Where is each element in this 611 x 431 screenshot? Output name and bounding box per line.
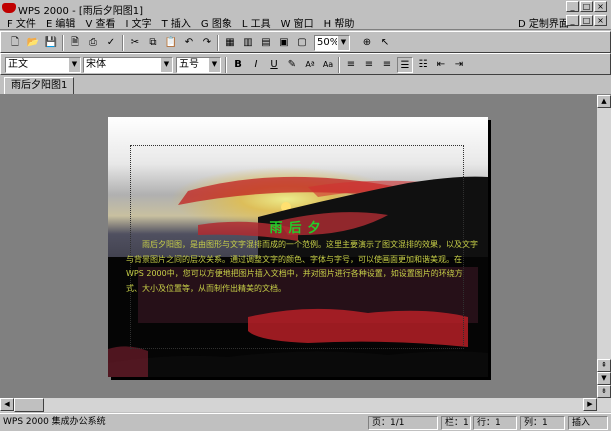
picture-icon[interactable]: ▣: [276, 35, 292, 51]
chevron-down-icon[interactable]: ▼: [337, 36, 349, 50]
menu-text[interactable]: I 文字: [122, 15, 154, 30]
document-heading: 雨后夕: [269, 221, 327, 236]
zoom-value: 50%: [317, 37, 340, 48]
document-body-text: 雨后夕阳图，是由图形与文字混排而成的一个范例。这里主要演示了图文混排的效果，以及…: [126, 240, 478, 293]
subscript-icon[interactable]: Aa: [320, 57, 336, 73]
columns-icon[interactable]: ▥: [240, 35, 256, 51]
chevron-down-icon[interactable]: ▼: [160, 58, 172, 72]
open-icon[interactable]: 📂: [25, 35, 41, 51]
scroll-left-icon[interactable]: ◀: [0, 398, 14, 411]
scroll-up-icon[interactable]: ▲: [597, 95, 611, 108]
scroll-right-icon[interactable]: ▶: [583, 398, 597, 411]
vertical-scrollbar[interactable]: ▲ ⇞ ▼ ⇟: [597, 95, 611, 398]
undo-icon[interactable]: ↶: [181, 35, 197, 51]
status-row: 行：1: [473, 416, 517, 430]
status-app-name: WPS 2000 集成办公系统: [3, 417, 106, 427]
print-icon[interactable]: ⎙: [85, 35, 101, 51]
size-combo[interactable]: 五号 ▼: [176, 57, 221, 73]
italic-icon[interactable]: I: [248, 57, 264, 73]
wps-logo-icon: [2, 3, 16, 13]
status-page: 页：1/1: [368, 416, 438, 430]
menu-window[interactable]: W 窗口: [278, 15, 317, 30]
menu-edit[interactable]: E 编辑: [43, 15, 79, 30]
zoom-icon[interactable]: ⊕: [359, 35, 375, 51]
toolbar-separator: [338, 57, 340, 73]
distribute-icon[interactable]: ☷: [415, 57, 431, 73]
frame-icon[interactable]: ▤: [258, 35, 274, 51]
status-column: 栏：1: [441, 416, 471, 430]
align-left-icon[interactable]: ≡: [343, 57, 359, 73]
next-page-icon[interactable]: ⇟: [597, 385, 611, 398]
align-right-icon[interactable]: ≡: [379, 57, 395, 73]
menu-file[interactable]: F 文件: [4, 15, 39, 30]
underline-icon[interactable]: U: [266, 57, 282, 73]
redo-icon[interactable]: ↷: [199, 35, 215, 51]
chevron-down-icon[interactable]: ▼: [208, 58, 220, 72]
format-toolbar: 正文 ▼ 宋体 ▼ 五号 ▼ B I U ✎ Aª Aa ≡ ≡ ≡ ☰ ☷ ⇤…: [0, 53, 611, 75]
scroll-thumb[interactable]: [14, 398, 44, 412]
toolbar-separator: [62, 35, 64, 51]
spell-check-icon[interactable]: ✓: [103, 35, 119, 51]
style-combo[interactable]: 正文 ▼: [5, 57, 81, 73]
justify-icon[interactable]: ☰: [397, 57, 413, 73]
toolbar-separator: [217, 35, 219, 51]
menu-tools[interactable]: L 工具: [239, 15, 274, 30]
menu-image[interactable]: G 图象: [198, 15, 235, 30]
menu-items: F 文件 E 编辑 V 查看 I 文字 T 插入 G 图象 L 工具 W 窗口 …: [4, 15, 357, 30]
copy-icon[interactable]: ⧉: [145, 35, 161, 51]
superscript-icon[interactable]: Aª: [302, 57, 318, 73]
menu-bar: WPS 2000 - [雨后夕阳图1] _ □ × F 文件 E 编辑 V 查看…: [0, 0, 611, 30]
document-page[interactable]: 雨后夕 雨后夕阳图，是由图形与文字混排而成的一个范例。这里主要演示了图文混排的效…: [108, 117, 488, 377]
save-icon[interactable]: 💾: [43, 35, 59, 51]
indent-decrease-icon[interactable]: ⇤: [433, 57, 449, 73]
prev-page-icon[interactable]: ⇞: [597, 359, 611, 372]
bold-icon[interactable]: B: [230, 57, 246, 73]
print-preview-icon[interactable]: 🗎: [67, 35, 83, 51]
paste-icon[interactable]: 📋: [163, 35, 179, 51]
doc-close-button[interactable]: ×: [594, 15, 607, 26]
close-button[interactable]: ×: [594, 1, 607, 12]
indent-increase-icon[interactable]: ⇥: [451, 57, 467, 73]
font-combo[interactable]: 宋体 ▼: [83, 57, 173, 73]
right-menu: D 定制界面: [518, 15, 569, 30]
textbox-icon[interactable]: ▢: [294, 35, 310, 51]
doc-restore-button[interactable]: □: [580, 15, 593, 26]
toolbar-separator: [225, 57, 227, 73]
menu-view[interactable]: V 查看: [82, 15, 118, 30]
font-value: 宋体: [86, 59, 106, 70]
pointer-icon[interactable]: ↖: [377, 35, 393, 51]
table-icon[interactable]: ▦: [222, 35, 238, 51]
cut-icon[interactable]: ✂: [127, 35, 143, 51]
menu-insert[interactable]: T 插入: [159, 15, 194, 30]
minimize-button[interactable]: _: [566, 1, 579, 12]
zoom-combo[interactable]: 50% ▼: [314, 35, 350, 51]
menu-customize[interactable]: D 定制界面: [518, 15, 569, 30]
window-controls: _ □ ×: [566, 1, 607, 12]
maximize-button[interactable]: □: [580, 1, 593, 12]
doc-minimize-button[interactable]: _: [566, 15, 579, 26]
size-value: 五号: [179, 59, 199, 70]
status-bar: WPS 2000 集成办公系统 页：1/1 栏：1 行：1 列：1 插入: [0, 413, 611, 431]
chevron-down-icon[interactable]: ▼: [68, 58, 80, 72]
status-mode[interactable]: 插入: [568, 416, 608, 430]
toolbar-separator: [122, 35, 124, 51]
status-col: 列：1: [520, 416, 565, 430]
horizontal-scrollbar[interactable]: ◀ ▶: [0, 398, 611, 412]
highlight-icon[interactable]: ✎: [284, 57, 300, 73]
style-value: 正文: [8, 59, 28, 70]
standard-toolbar: 🗋 📂 💾 🗎 ⎙ ✓ ✂ ⧉ 📋 ↶ ↷ ▦ ▥ ▤ ▣ ▢ 50% ▼ ⊕ …: [0, 31, 611, 53]
document-workspace: 雨后夕 雨后夕阳图，是由图形与文字混排而成的一个范例。这里主要演示了图文混排的效…: [0, 95, 597, 398]
menu-help[interactable]: H 帮助: [321, 15, 358, 30]
align-center-icon[interactable]: ≡: [361, 57, 377, 73]
document-window-controls: _ □ ×: [566, 15, 607, 26]
scroll-down-icon[interactable]: ▼: [597, 372, 611, 385]
tab-document[interactable]: 雨后夕阳图1: [4, 77, 75, 94]
document-tabs: 雨后夕阳图1: [0, 75, 611, 95]
new-icon[interactable]: 🗋: [7, 35, 23, 51]
